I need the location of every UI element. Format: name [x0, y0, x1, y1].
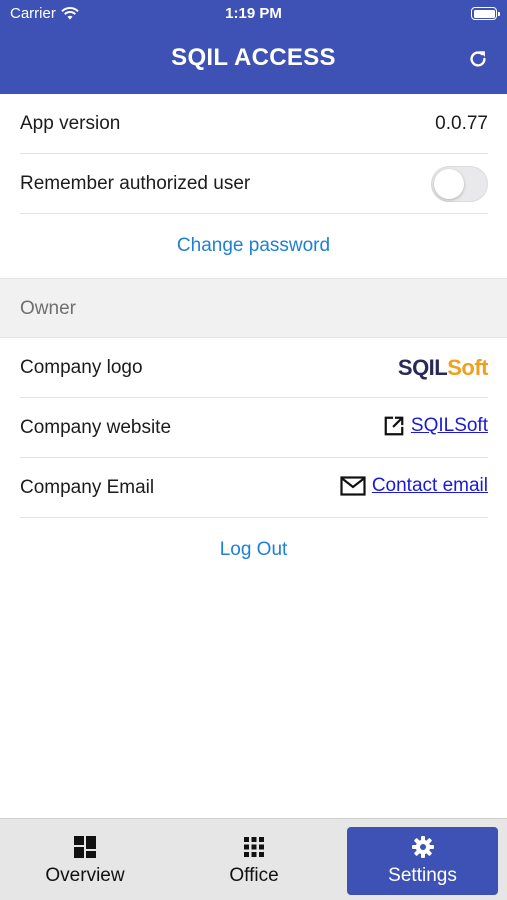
company-logo-label: Company logo	[20, 357, 143, 378]
tab-bar: Overview Office Settings	[0, 818, 507, 900]
tab-office[interactable]: Office	[170, 827, 338, 895]
status-time: 1:19 PM	[225, 5, 282, 22]
app-header: Carrier 1:19 PM SQIL ACCESS	[0, 0, 507, 94]
app-version-value: 0.0.77	[435, 113, 488, 134]
divider	[20, 517, 488, 518]
company-logo-row: Company logo SQILSoft	[0, 338, 507, 398]
tab-overview[interactable]: Overview	[0, 827, 170, 895]
company-email-label: Company Email	[20, 477, 155, 498]
overview-icon	[74, 836, 96, 858]
app-version-row: App version 0.0.77	[0, 94, 507, 154]
battery-icon	[471, 7, 500, 20]
remember-user-row: Remember authorized user	[0, 154, 507, 214]
tab-office-label: Office	[229, 865, 279, 886]
company-website-label: Company website	[20, 417, 172, 438]
company-logo: SQILSoft	[397, 355, 489, 380]
app-version-label: App version	[20, 113, 121, 134]
status-bar: Carrier 1:19 PM	[0, 0, 507, 28]
owner-section-header: Owner	[0, 278, 507, 338]
company-website-row: Company website SQILSoft	[0, 398, 507, 458]
company-website-link-group[interactable]: SQILSoft	[383, 415, 488, 437]
page-title: SQIL ACCESS	[171, 44, 336, 71]
grid-icon	[244, 837, 264, 857]
company-email-link[interactable]: Contact email	[372, 475, 488, 497]
tab-overview-label: Overview	[45, 865, 125, 886]
logout-button[interactable]: Log Out	[0, 539, 507, 561]
remember-user-label: Remember authorized user	[20, 173, 251, 194]
toggle-knob	[434, 169, 464, 199]
gear-icon	[411, 836, 434, 858]
company-website-link[interactable]: SQILSoft	[411, 415, 488, 437]
remember-user-toggle[interactable]	[431, 166, 488, 202]
tab-settings[interactable]: Settings	[347, 827, 498, 895]
company-email-link-group[interactable]: Contact email	[340, 475, 488, 497]
tab-settings-label: Settings	[388, 865, 457, 886]
refresh-icon[interactable]	[467, 48, 489, 70]
divider	[20, 213, 488, 214]
owner-section-label: Owner	[20, 298, 76, 319]
external-link-icon	[384, 416, 404, 436]
company-email-row: Company Email Contact email	[0, 458, 507, 518]
change-password-button[interactable]: Change password	[0, 235, 507, 257]
mail-icon	[340, 476, 366, 496]
